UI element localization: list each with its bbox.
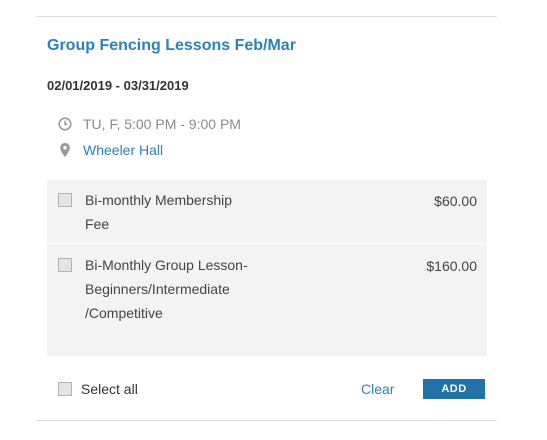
add-button[interactable]: ADD [423,379,485,399]
item-checkbox[interactable] [58,258,72,272]
item-name: Bi-Monthly Group Lesson-Beginners/Interm… [85,257,248,321]
location-link[interactable]: Wheeler Hall [83,142,163,158]
list-item: Bi-Monthly Group Lesson-Beginners/Interm… [47,244,487,356]
item-price: $60.00 [434,193,477,209]
event-card: Group Fencing Lessons Feb/Mar 02/01/2019… [36,16,497,421]
item-price: $160.00 [426,258,477,274]
event-location: Wheeler Hall [58,141,163,159]
map-pin-icon [58,142,72,158]
event-title: Group Fencing Lessons Feb/Mar [47,37,296,54]
select-all-checkbox[interactable] [58,382,72,396]
item-name: Bi-monthly Membership Fee [85,192,233,232]
fee-item-list: Bi-monthly Membership Fee $60.00 Bi-Mont… [47,180,487,356]
item-checkbox[interactable] [58,193,72,207]
event-schedule: TU, F, 5:00 PM - 9:00 PM [58,115,241,133]
list-item: Bi-monthly Membership Fee $60.00 [47,180,487,244]
event-date-range: 02/01/2019 - 03/31/2019 [47,78,189,93]
select-all-label[interactable]: Select all [81,381,138,397]
clear-link[interactable]: Clear [361,381,394,397]
schedule-text: TU, F, 5:00 PM - 9:00 PM [83,116,241,132]
clock-icon [58,116,72,132]
